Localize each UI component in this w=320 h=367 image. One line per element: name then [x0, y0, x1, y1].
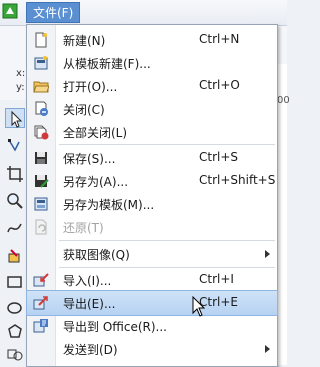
menu-item-label: 发送到(D) [63, 343, 118, 357]
menu-item-label: 新建(N) [63, 34, 106, 48]
menu-item-new-from-template[interactable]: 从模板新建(F)... [27, 51, 277, 75]
export-icon [33, 295, 49, 311]
app-icon [2, 3, 18, 19]
basic-shapes-tool-icon[interactable] [5, 344, 25, 364]
menu-item-label: 导入(I)... [63, 274, 112, 288]
propbar-value-stub: 00 [277, 95, 290, 106]
menu-item-label: 另存为(A)... [63, 175, 129, 189]
menu-item-send-to[interactable]: 发送到(D) [27, 337, 277, 361]
menu-item-close[interactable]: 关闭(C) [27, 97, 277, 121]
save-icon [33, 150, 49, 166]
freehand-tool-icon[interactable] [5, 218, 25, 238]
menu-item-label: 导出(E)... [63, 297, 116, 311]
menu-item-export-to-office[interactable]: 导出到 Office(R)... [27, 314, 277, 338]
menu-item-label: 从模板新建(F)... [63, 57, 151, 71]
shape-tool-icon[interactable] [5, 136, 25, 156]
menu-item-save-as-template[interactable]: 另存为模板(M)... [27, 192, 277, 216]
close-document-icon [33, 101, 49, 117]
menu-item-label: 导出到 Office(R)... [63, 320, 167, 334]
crop-tool-icon[interactable] [5, 164, 25, 184]
menu-item-shortcut: Ctrl+O [199, 78, 240, 92]
ellipse-tool-icon[interactable] [5, 298, 25, 318]
menu-item-shortcut: Ctrl+Shift+S [199, 173, 276, 187]
smart-fill-tool-icon[interactable] [5, 246, 25, 266]
menu-item-label: 获取图像(Q) [63, 248, 130, 262]
submenu-arrow-icon [265, 250, 270, 258]
menu-separator [59, 144, 275, 145]
menu-item-import[interactable]: 导入(I)... Ctrl+I [27, 268, 277, 292]
menu-item-shortcut: Ctrl+S [199, 150, 239, 164]
export-office-icon [33, 318, 49, 334]
import-icon [33, 272, 49, 288]
menu-item-label: 关闭(C) [63, 103, 105, 117]
polygon-tool-icon[interactable] [5, 322, 25, 342]
menu-item-open[interactable]: 打开(O)... Ctrl+O [27, 74, 277, 98]
menu-item-label: 另存为模板(M)... [63, 198, 155, 212]
menu-item-shortcut: Ctrl+N [199, 32, 240, 46]
mouse-cursor-icon [192, 296, 206, 317]
menu-item-save[interactable]: 保存(S)... Ctrl+S [27, 146, 277, 170]
menu-item-label: 还原(T) [63, 221, 104, 235]
open-folder-icon [33, 78, 49, 94]
menu-bar: 文件(F) [0, 0, 287, 26]
new-document-icon [33, 32, 49, 48]
menu-item-close-all[interactable]: 全部关闭(L) [27, 120, 277, 144]
menu-item-shortcut: Ctrl+I [199, 272, 234, 286]
menu-item-acquire-image[interactable]: 获取图像(Q) [27, 242, 277, 266]
save-as-icon [33, 173, 49, 189]
x-coordinate-label: x: [16, 68, 26, 79]
menu-item-new[interactable]: 新建(N) Ctrl+N [27, 28, 277, 52]
submenu-arrow-icon [265, 345, 270, 353]
revert-icon [33, 219, 49, 235]
file-menu: 新建(N) Ctrl+N 从模板新建(F)... 打开(O)... Ctrl+O… [26, 24, 278, 367]
zoom-tool-icon[interactable] [5, 191, 25, 211]
pick-tool-icon[interactable] [5, 108, 25, 128]
menu-item-revert[interactable]: 还原(T) [27, 215, 277, 239]
file-menu-title[interactable]: 文件(F) [26, 2, 81, 23]
menu-item-save-as[interactable]: 另存为(A)... Ctrl+Shift+S [27, 169, 277, 193]
menu-item-label: 保存(S)... [63, 152, 116, 166]
save-as-template-icon [33, 196, 49, 212]
menu-item-export[interactable]: 导出(E)... Ctrl+E [26, 290, 278, 316]
rectangle-tool-icon[interactable] [5, 272, 25, 292]
menu-item-label: 全部关闭(L) [63, 126, 128, 140]
new-from-template-icon [33, 55, 49, 71]
close-all-icon [33, 124, 49, 140]
y-coordinate-label: y: [16, 82, 25, 93]
menu-separator [59, 240, 275, 241]
menu-item-label: 打开(O)... [63, 80, 118, 94]
